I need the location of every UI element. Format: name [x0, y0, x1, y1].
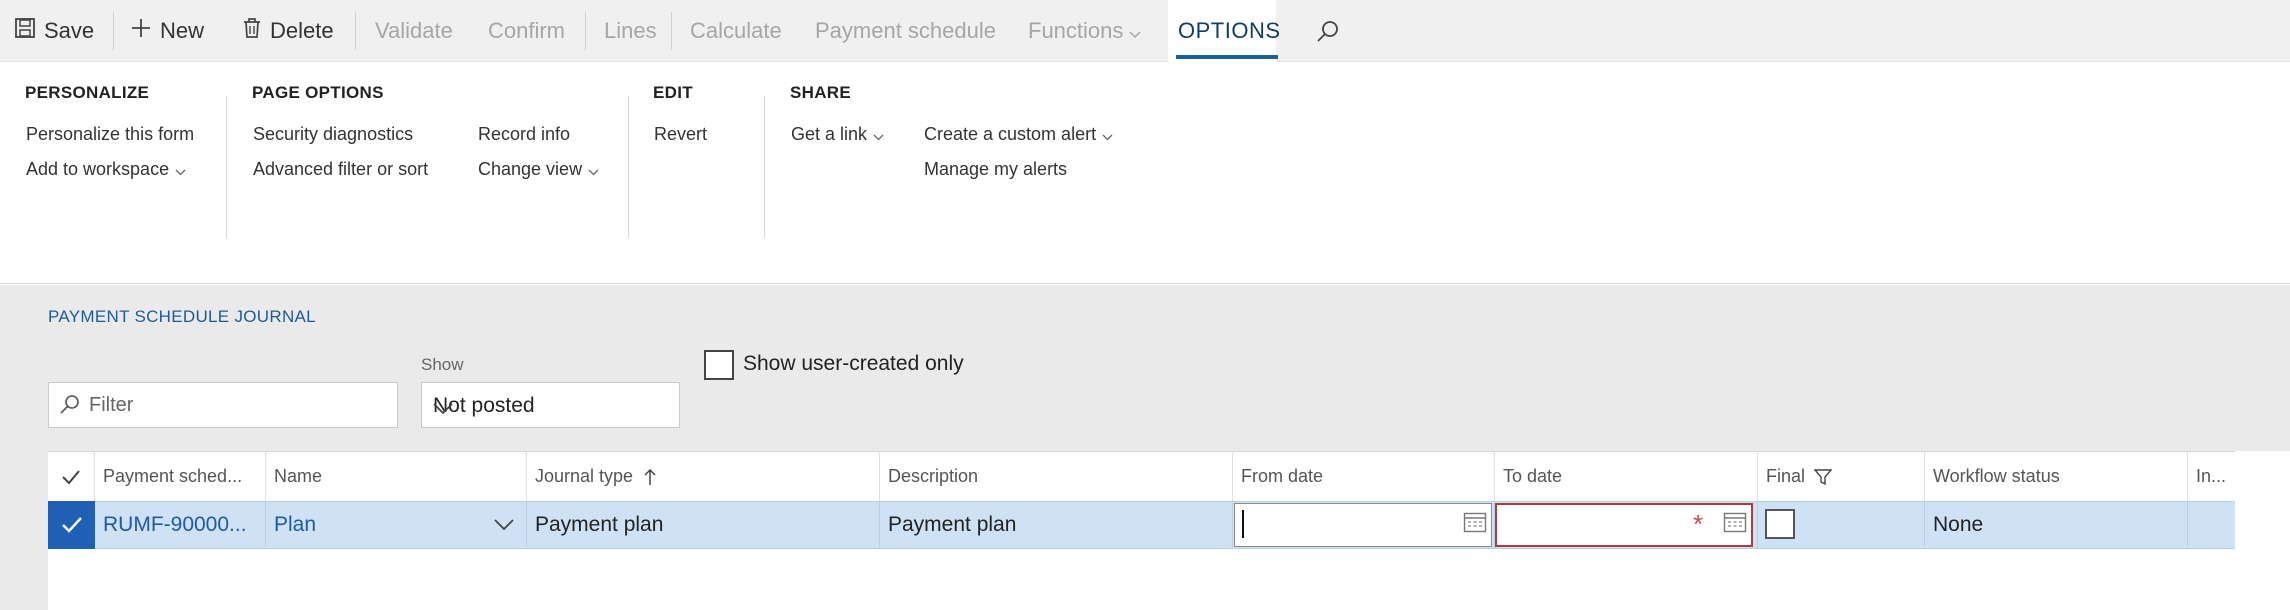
- new-button[interactable]: New: [130, 0, 204, 62]
- functions-label: Functions: [1028, 18, 1124, 43]
- chevron-down-icon[interactable]: [494, 501, 514, 549]
- change-view-button[interactable]: Change view: [478, 159, 599, 181]
- tab-options-label: OPTIONS: [1178, 18, 1281, 43]
- divider: [628, 96, 629, 238]
- get-link-button[interactable]: Get a link: [791, 124, 884, 146]
- chevron-down-icon: [588, 160, 599, 181]
- create-alert-label: Create a custom alert: [924, 124, 1097, 144]
- name-cell[interactable]: Plan: [266, 501, 527, 549]
- chevron-down-icon: [175, 160, 186, 181]
- from-date-input[interactable]: [1234, 503, 1492, 547]
- active-tab-indicator: [1176, 55, 1278, 59]
- validate-button[interactable]: Validate: [375, 0, 453, 62]
- group-title-edit: EDIT: [653, 83, 693, 102]
- show-label: Show: [421, 355, 464, 374]
- record-info-button[interactable]: Record info: [478, 124, 570, 145]
- change-view-label: Change view: [478, 159, 583, 179]
- column-header-workflow-status[interactable]: Workflow status: [1925, 451, 2188, 501]
- column-header-payment-schedule[interactable]: Payment sched...: [95, 451, 266, 501]
- security-diagnostics-button[interactable]: Security diagnostics: [253, 124, 413, 145]
- name-value: Plan: [274, 513, 317, 536]
- lines-button[interactable]: Lines: [604, 0, 657, 62]
- chevron-down-icon: [433, 397, 669, 421]
- payment-schedule-label: Payment schedule: [815, 18, 996, 43]
- in-cell[interactable]: [2188, 501, 2235, 549]
- final-header-label: Final: [1766, 466, 1806, 486]
- manage-alerts-button[interactable]: Manage my alerts: [924, 159, 1067, 180]
- delete-button[interactable]: Delete: [242, 0, 334, 62]
- search-button[interactable]: [1316, 0, 1340, 62]
- calendar-icon[interactable]: [1463, 511, 1487, 538]
- divider: [355, 12, 356, 50]
- personalize-form-button[interactable]: Personalize this form: [26, 124, 194, 145]
- save-icon: [14, 1, 36, 63]
- divider: [226, 96, 227, 238]
- row-select-checkbox[interactable]: [48, 501, 95, 549]
- group-title-share: SHARE: [790, 83, 852, 102]
- functions-menu[interactable]: Functions: [1028, 0, 1141, 62]
- checkmark-icon: [61, 466, 81, 486]
- calculate-label: Calculate: [690, 18, 782, 43]
- get-link-label: Get a link: [791, 124, 868, 144]
- calendar-icon[interactable]: [1723, 511, 1747, 538]
- divider: [113, 12, 114, 50]
- workflow-status-cell[interactable]: None: [1925, 501, 2188, 549]
- add-to-workspace-label: Add to workspace: [26, 159, 170, 179]
- column-header-name[interactable]: Name: [266, 451, 527, 501]
- column-header-journal-type[interactable]: Journal type: [527, 451, 880, 501]
- form-caption: PAYMENT SCHEDULE JOURNAL: [48, 307, 316, 326]
- sort-ascending-icon: [638, 466, 656, 486]
- column-header-final[interactable]: Final: [1758, 451, 1925, 501]
- column-header-to-date[interactable]: To date: [1495, 451, 1758, 501]
- show-user-created-label: Show user-created only: [743, 352, 964, 375]
- filter-box: [48, 382, 398, 428]
- plus-icon: [130, 1, 152, 63]
- column-header-in[interactable]: In...: [2188, 451, 2235, 501]
- show-user-created-checkbox[interactable]: [704, 350, 734, 380]
- filter-input[interactable]: [89, 383, 389, 427]
- payment-schedule-button[interactable]: Payment schedule: [815, 0, 996, 62]
- trash-icon: [242, 1, 262, 63]
- group-title-personalize: PERSONALIZE: [25, 83, 150, 102]
- advanced-filter-button[interactable]: Advanced filter or sort: [253, 159, 428, 180]
- filter-funnel-icon: [1810, 466, 1833, 486]
- select-all-header[interactable]: [48, 451, 95, 501]
- create-custom-alert-button[interactable]: Create a custom alert: [924, 124, 1113, 146]
- confirm-button[interactable]: Confirm: [488, 0, 565, 62]
- delete-label: Delete: [270, 18, 334, 43]
- confirm-label: Confirm: [488, 18, 566, 43]
- description-cell[interactable]: Payment plan: [880, 501, 1233, 549]
- chevron-down-icon: [1129, 1, 1141, 63]
- to-date-input[interactable]: [1495, 503, 1753, 547]
- chevron-down-icon: [1102, 125, 1113, 146]
- payment-schedule-cell[interactable]: RUMF-90000...: [95, 501, 266, 549]
- required-indicator: *: [1693, 509, 1704, 539]
- calculate-button[interactable]: Calculate: [690, 0, 782, 62]
- divider: [585, 12, 586, 50]
- new-label: New: [160, 18, 205, 43]
- search-icon: [1316, 18, 1340, 43]
- save-label: Save: [44, 18, 95, 43]
- search-icon: [59, 394, 81, 421]
- divider: [671, 12, 672, 50]
- column-header-from-date[interactable]: From date: [1233, 451, 1495, 501]
- chevron-down-icon: [873, 125, 884, 146]
- group-title-page-options: PAGE OPTIONS: [252, 83, 384, 102]
- final-checkbox[interactable]: [1765, 509, 1795, 539]
- action-pane: [0, 0, 2290, 62]
- journal-type-header-label: Journal type: [535, 466, 634, 486]
- journal-type-cell[interactable]: Payment plan: [527, 501, 880, 549]
- show-select[interactable]: Not posted: [421, 382, 680, 428]
- divider: [764, 96, 765, 238]
- save-button[interactable]: Save: [14, 0, 94, 62]
- revert-button[interactable]: Revert: [654, 124, 707, 145]
- validate-label: Validate: [375, 18, 453, 43]
- add-to-workspace-button[interactable]: Add to workspace: [26, 159, 186, 181]
- column-header-description[interactable]: Description: [880, 451, 1233, 501]
- text-cursor: [1242, 510, 1244, 538]
- lines-label: Lines: [604, 18, 657, 43]
